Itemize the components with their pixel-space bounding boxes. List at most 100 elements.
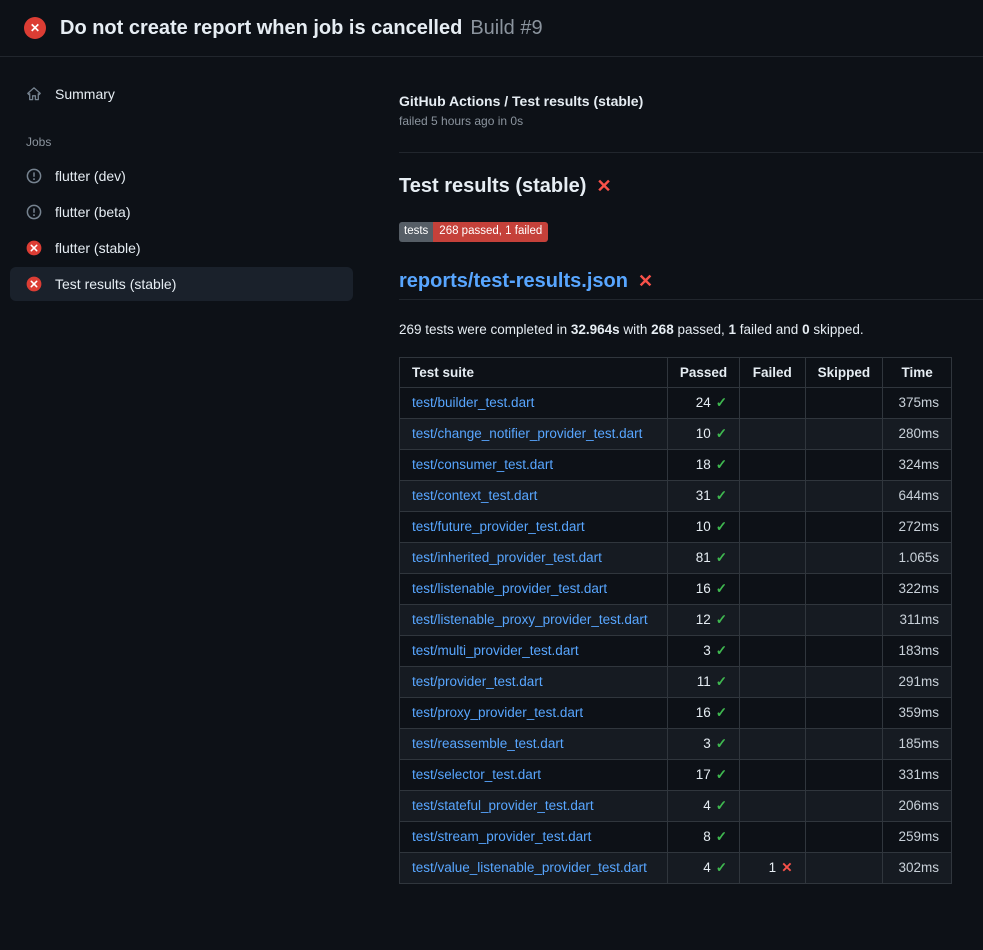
count-value: 4: [703, 860, 711, 875]
passed-cell: 3✓: [667, 635, 739, 666]
failed-cell: [740, 480, 805, 511]
sidebar-item-flutter-stable[interactable]: flutter (stable): [10, 231, 353, 265]
check-icon: ✓: [716, 860, 727, 876]
count-value: 4: [703, 798, 711, 813]
count-value: 3: [703, 736, 711, 751]
home-icon: [26, 86, 42, 102]
passed-cell: 18✓: [667, 449, 739, 480]
test-suite-link[interactable]: test/stateful_provider_test.dart: [412, 798, 594, 813]
test-suite-cell: test/stream_provider_test.dart: [400, 821, 668, 852]
check-icon: ✓: [716, 736, 727, 752]
passed-cell: 4✓: [667, 790, 739, 821]
test-suite-cell: test/selector_test.dart: [400, 759, 668, 790]
time-cell: 1.065s: [883, 542, 952, 573]
table-row: test/provider_test.dart11✓291ms: [400, 666, 952, 697]
failed-cell: [740, 728, 805, 759]
column-header-passed: Passed: [667, 357, 739, 387]
test-suite-cell: test/change_notifier_provider_test.dart: [400, 418, 668, 449]
test-suite-link[interactable]: test/value_listenable_provider_test.dart: [412, 860, 647, 875]
check-icon: ✓: [716, 612, 727, 628]
section-title-text: Test results (stable): [399, 175, 586, 198]
table-row: test/future_provider_test.dart10✓272ms: [400, 511, 952, 542]
skipped-cell: [805, 480, 883, 511]
passed-cell: 81✓: [667, 542, 739, 573]
test-suite-cell: test/listenable_proxy_provider_test.dart: [400, 604, 668, 635]
sidebar-item-test-results-stable[interactable]: Test results (stable): [10, 267, 353, 301]
test-suite-cell: test/builder_test.dart: [400, 387, 668, 418]
time-cell: 206ms: [883, 790, 952, 821]
skipped-cell: [805, 387, 883, 418]
check-icon: ✓: [716, 395, 727, 411]
time-cell: 324ms: [883, 449, 952, 480]
failed-cell: 1✕: [740, 852, 805, 883]
test-suite-link[interactable]: test/builder_test.dart: [412, 395, 534, 410]
passed-cell: 12✓: [667, 604, 739, 635]
badge-value: 268 passed, 1 failed: [433, 222, 548, 242]
summary-text: skipped.: [810, 322, 864, 337]
badge-label: tests: [399, 222, 433, 242]
table-row: test/consumer_test.dart 18✓ 324ms: [400, 449, 952, 480]
passed-cell: 10✓: [667, 418, 739, 449]
test-suite-cell: test/multi_provider_test.dart: [400, 635, 668, 666]
test-suite-cell: test/consumer_test.dart: [400, 449, 668, 480]
skipped-cell: [805, 666, 883, 697]
test-suite-link[interactable]: test/inherited_provider_test.dart: [412, 550, 602, 565]
time-cell: 302ms: [883, 852, 952, 883]
sidebar-item-label: Summary: [55, 86, 115, 102]
time-cell: 375ms: [883, 387, 952, 418]
neutral-status-icon: [26, 204, 42, 220]
count-value: 16: [696, 705, 711, 720]
build-number: Build #9: [470, 17, 542, 40]
column-header-skipped: Skipped: [805, 357, 883, 387]
sidebar-item-flutter-beta[interactable]: flutter (beta): [10, 195, 353, 229]
check-icon: ✓: [716, 643, 727, 659]
failed-cell: [740, 635, 805, 666]
column-header-test-suite: Test suite: [400, 357, 668, 387]
test-suite-link[interactable]: test/consumer_test.dart: [412, 457, 553, 472]
table-row: test/value_listenable_provider_test.dart…: [400, 852, 952, 883]
time-cell: 185ms: [883, 728, 952, 759]
table-row: test/change_notifier_provider_test.dart 1…: [400, 418, 952, 449]
column-header-time: Time: [883, 357, 952, 387]
cross-icon: ✕: [781, 860, 792, 876]
test-suite-cell: test/context_test.dart: [400, 480, 668, 511]
test-suite-link[interactable]: test/multi_provider_test.dart: [412, 643, 579, 658]
test-suite-link[interactable]: test/change_notifier_provider_test.dart: [412, 426, 642, 441]
test-suite-link[interactable]: test/reassemble_test.dart: [412, 736, 564, 751]
skipped-cell: [805, 759, 883, 790]
summary-text: passed,: [674, 322, 729, 337]
failed-x-icon: ✕: [638, 271, 653, 292]
count-value: 11: [697, 674, 711, 689]
table-row: test/context_test.dart31✓644ms: [400, 480, 952, 511]
test-suite-cell: test/stateful_provider_test.dart: [400, 790, 668, 821]
count-value: 3: [703, 643, 711, 658]
test-suite-link[interactable]: test/context_test.dart: [412, 488, 537, 503]
time-cell: 291ms: [883, 666, 952, 697]
run-meta: failed 5 hours ago in 0s: [399, 114, 983, 128]
breadcrumb: GitHub Actions / Test results (stable): [399, 93, 983, 109]
test-suite-link[interactable]: test/future_provider_test.dart: [412, 519, 585, 534]
summary-line: 269 tests were completed in 32.964s with…: [399, 322, 983, 337]
test-suite-link[interactable]: test/provider_test.dart: [412, 674, 543, 689]
test-suite-link[interactable]: test/listenable_proxy_provider_test.dart: [412, 612, 648, 627]
sidebar-item-summary[interactable]: Summary: [10, 77, 353, 111]
count-value: 24: [696, 395, 711, 410]
time-cell: 259ms: [883, 821, 952, 852]
report-file-link[interactable]: reports/test-results.json: [399, 270, 628, 293]
test-suite-link[interactable]: test/listenable_provider_test.dart: [412, 581, 607, 596]
failed-x-icon: ✕: [596, 176, 611, 197]
time-cell: 272ms: [883, 511, 952, 542]
skipped-cell: [805, 728, 883, 759]
table-row: test/builder_test.dart 24 ✓ 375ms: [400, 387, 952, 418]
test-suite-link[interactable]: test/stream_provider_test.dart: [412, 829, 591, 844]
passed-cell: 31✓: [667, 480, 739, 511]
skipped-cell: [805, 821, 883, 852]
test-results-table: Test suite Passed Failed Skipped Time te…: [399, 357, 952, 884]
sidebar-item-flutter-dev[interactable]: flutter (dev): [10, 159, 353, 193]
count-value: 16: [696, 581, 711, 596]
summary-text: with: [620, 322, 652, 337]
test-suite-link[interactable]: test/selector_test.dart: [412, 767, 541, 782]
skipped-cell: [805, 790, 883, 821]
test-suite-link[interactable]: test/proxy_provider_test.dart: [412, 705, 583, 720]
count-value: 8: [703, 829, 711, 844]
